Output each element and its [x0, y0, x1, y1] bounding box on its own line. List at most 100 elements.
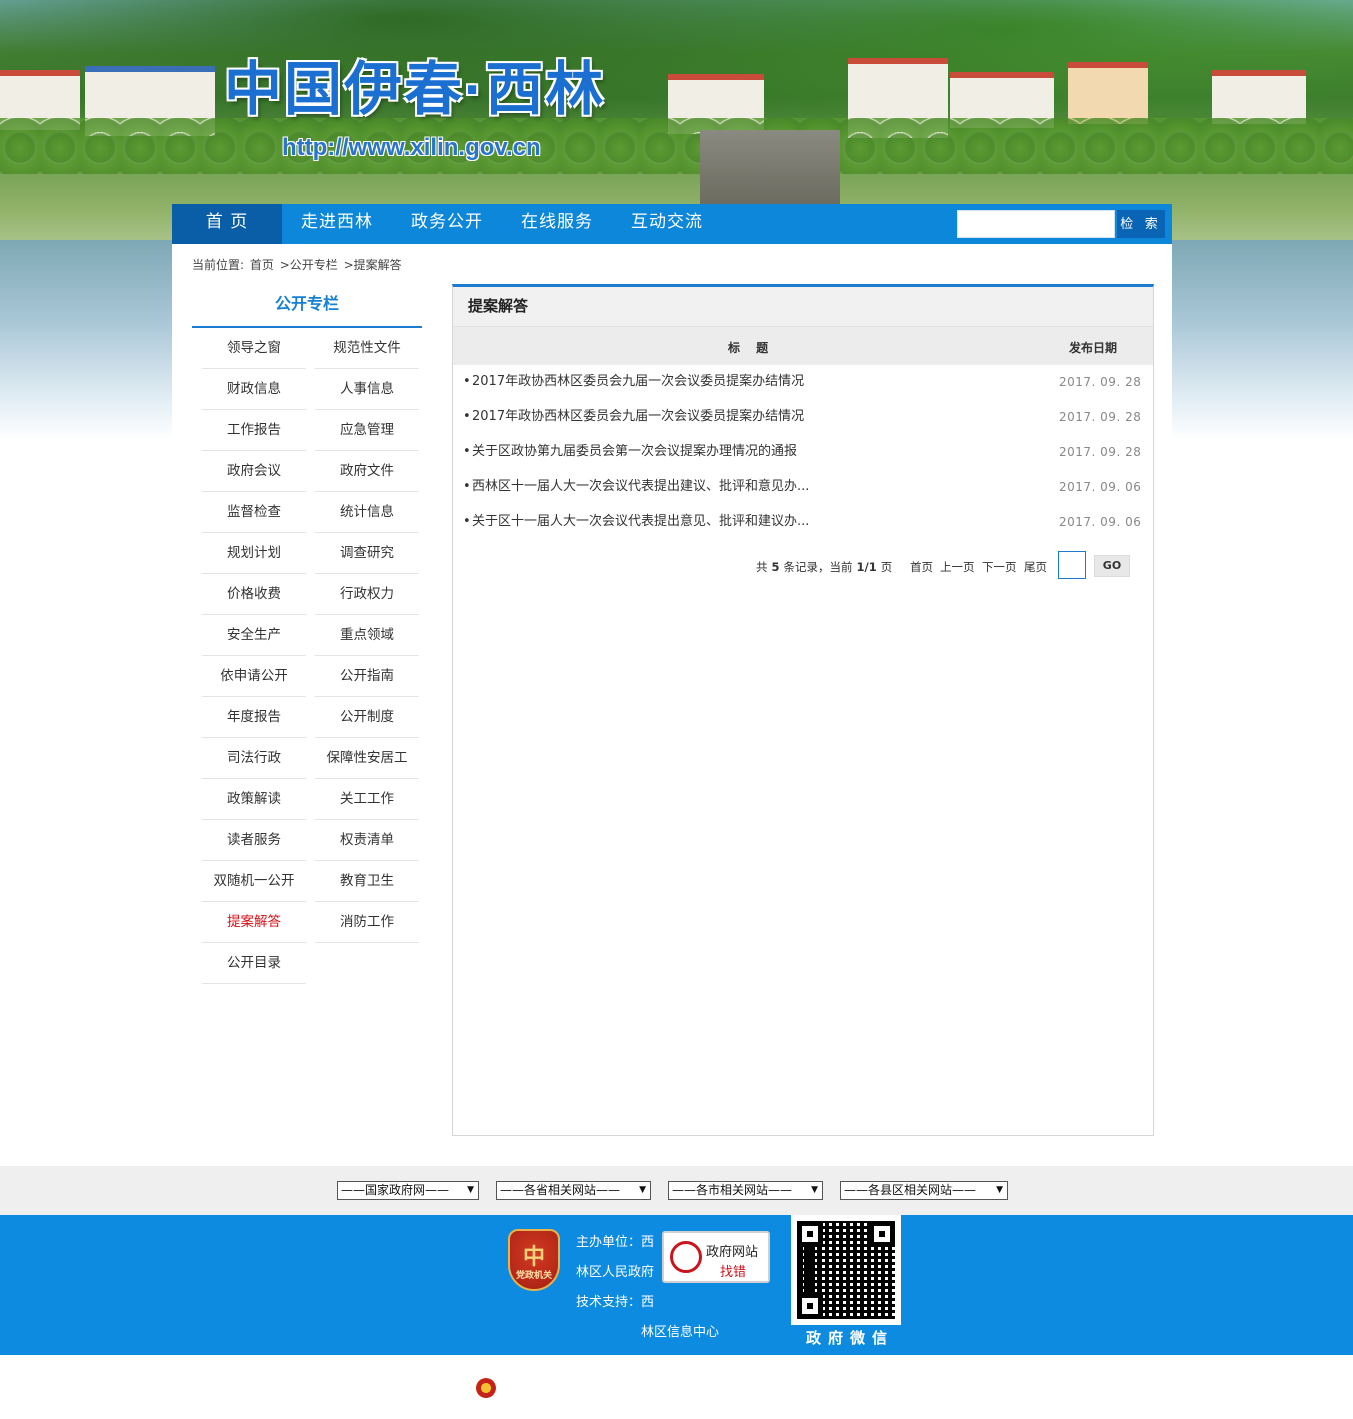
- breadcrumb-prefix: 当前位置:: [192, 258, 245, 272]
- site-url: http://www.xilin.gov.cn: [282, 134, 541, 161]
- article-row: • 2017年政协西林区委员会九届一次会议委员提案办结情况 2017. 09. 28: [453, 404, 1153, 439]
- emblem-text: 党政机关: [515, 1271, 552, 1281]
- nav-item-home[interactable]: 首 页: [172, 204, 282, 244]
- sidebar-item[interactable]: 统计信息: [315, 492, 419, 533]
- emblem-glyph: 中: [522, 1245, 545, 1270]
- sidebar-item[interactable]: 公开目录: [202, 943, 306, 984]
- breadcrumb-section-link[interactable]: >公开专栏: [280, 258, 338, 272]
- pagination-page-suffix: 页: [880, 560, 893, 574]
- sidebar-item[interactable]: 应急管理: [315, 410, 419, 451]
- wechat-qr-label: 政府微信: [806, 1329, 895, 1347]
- sidebar-item[interactable]: 政策解读: [202, 779, 306, 820]
- table-header: 标 题 发布日期: [453, 327, 1153, 365]
- article-title-link[interactable]: 2017年政协西林区委员会九届一次会议委员提案办结情况: [472, 369, 804, 395]
- sidebar-item[interactable]: 公开制度: [315, 697, 419, 738]
- sidebar-item[interactable]: 财政信息: [202, 369, 306, 410]
- sidebar-item[interactable]: 依申请公开: [202, 656, 306, 697]
- article-title-link[interactable]: 2017年政协西林区委员会九届一次会议委员提案办结情况: [472, 404, 804, 430]
- city-sites-select[interactable]: ——各市相关网站—— ▼: [668, 1181, 823, 1200]
- sidebar-item[interactable]: 政府会议: [202, 451, 306, 492]
- sidebar-item[interactable]: 保障性安居工: [315, 738, 419, 779]
- footer-tech-line1: 技术支持：西: [576, 1295, 655, 1310]
- county-sites-select[interactable]: ——各县区相关网站—— ▼: [840, 1181, 1008, 1200]
- site-title: 中国伊春·西林: [224, 57, 606, 122]
- police-badge-icon[interactable]: [476, 1378, 496, 1398]
- sidebar-item[interactable]: 规划计划: [202, 533, 306, 574]
- sidebar-item[interactable]: 行政权力: [315, 574, 419, 615]
- sidebar-item[interactable]: 年度报告: [202, 697, 306, 738]
- nav-item-online-services[interactable]: 在线服务: [502, 204, 612, 244]
- select-label: ——各省相关网站——: [500, 1183, 621, 1197]
- error-report-label: 政府网站: [706, 1245, 759, 1260]
- banner-bridge: [700, 130, 840, 204]
- go-button[interactable]: GO: [1094, 555, 1130, 577]
- nav-item-about-xilin[interactable]: 走进西林: [282, 204, 392, 244]
- article-row: • 西林区十一届人大一次会议代表提出建议、批评和意见办... 2017. 09. 0…: [453, 474, 1153, 509]
- sidebar-item[interactable]: 监督检查: [202, 492, 306, 533]
- sidebar-item[interactable]: 领导之窗: [202, 328, 306, 369]
- sidebar-item[interactable]: 教育卫生: [315, 861, 419, 902]
- sidebar-item[interactable]: 政府文件: [315, 451, 419, 492]
- pagination-total: 5: [771, 560, 780, 574]
- provincial-sites-select[interactable]: ——各省相关网站—— ▼: [496, 1181, 651, 1200]
- article-date: 2017. 09. 06: [1059, 480, 1142, 494]
- footer-tech-line2: 林区信息中心: [641, 1325, 720, 1340]
- content-panel: 提案解答 标 题 发布日期 • 2017年政协西林区委员会九届一次会议委员提案办结…: [452, 284, 1154, 1136]
- banner-building: [1212, 70, 1306, 124]
- footer-host-line2: 林区人民政府: [576, 1265, 655, 1280]
- bullet-icon: •: [463, 374, 471, 389]
- sidebar-item[interactable]: 重点领域: [315, 615, 419, 656]
- sidebar: 公开专栏 领导之窗 规范性文件 财政信息 人事信息 工作报告 应急管理 政府会议 政府文件 监督…: [192, 284, 422, 984]
- nav-item-government-affairs[interactable]: 政务公开: [392, 204, 502, 244]
- pagination-last-link[interactable]: 尾页: [1024, 559, 1047, 575]
- pagination-first-link[interactable]: 首页: [910, 559, 933, 575]
- pagination-total-prefix: 共: [756, 560, 768, 574]
- error-report-button[interactable]: 政府网站 找错: [662, 1231, 770, 1283]
- article-row: • 2017年政协西林区委员会九届一次会议委员提案办结情况 2017. 09. 28: [453, 369, 1153, 404]
- sidebar-item[interactable]: 读者服务: [202, 820, 306, 861]
- main-container: 首 页 走进西林 政务公开 在线服务 互动交流 检 索 当前位置: 首页 >公开…: [172, 204, 1172, 1166]
- sidebar-item[interactable]: 工作报告: [202, 410, 306, 451]
- column-date-header: 发布日期: [1069, 341, 1118, 355]
- footer-host-line1: 主办单位：西: [576, 1235, 655, 1250]
- nav-item-interaction[interactable]: 互动交流: [612, 204, 722, 244]
- sidebar-item[interactable]: 消防工作: [315, 902, 419, 943]
- page-number-input[interactable]: [1058, 551, 1086, 579]
- pagination-page: 1/1: [856, 560, 877, 574]
- search-input[interactable]: [957, 210, 1115, 238]
- sidebar-item[interactable]: 双随机一公开: [202, 861, 306, 902]
- qr-finder: [797, 1221, 823, 1247]
- sidebar-item[interactable]: 权责清单: [315, 820, 419, 861]
- article-title-link[interactable]: 西林区十一届人大一次会议代表提出建议、批评和意见办...: [472, 474, 809, 500]
- bullet-icon: •: [463, 479, 471, 494]
- error-report-sublabel: 找错: [720, 1265, 747, 1280]
- article-title-link[interactable]: 关于区十一届人大一次会议代表提出意见、批评和建议办...: [472, 509, 809, 535]
- national-government-select[interactable]: ——国家政府网—— ▼: [337, 1181, 479, 1200]
- article-title-link[interactable]: 关于区政协第九届委员会第一次会议提案办理情况的通报: [472, 439, 797, 465]
- pagination-prev-link[interactable]: 上一页: [940, 559, 975, 575]
- article-date: 2017. 09. 06: [1059, 515, 1142, 529]
- sidebar-title: 公开专栏: [192, 284, 422, 328]
- pagination-next-link[interactable]: 下一页: [982, 559, 1017, 575]
- sidebar-item[interactable]: 司法行政: [202, 738, 306, 779]
- chevron-down-icon: ▼: [996, 1185, 1003, 1195]
- sidebar-item[interactable]: 价格收费: [202, 574, 306, 615]
- chevron-down-icon: ▼: [639, 1185, 646, 1195]
- sidebar-item[interactable]: 公开指南: [315, 656, 419, 697]
- sidebar-item[interactable]: 提案解答: [202, 902, 306, 943]
- bullet-icon: •: [463, 409, 471, 424]
- sidebar-item[interactable]: 规范性文件: [315, 328, 419, 369]
- search-button[interactable]: 检 索: [1117, 210, 1165, 238]
- article-date: 2017. 09. 28: [1059, 375, 1142, 389]
- chevron-down-icon: ▼: [811, 1185, 818, 1195]
- sidebar-item[interactable]: 调查研究: [315, 533, 419, 574]
- select-label: ——各市相关网站——: [672, 1183, 793, 1197]
- breadcrumb-current[interactable]: >提案解答: [344, 258, 402, 272]
- banner-trees: [0, 118, 1353, 174]
- sidebar-item[interactable]: 安全生产: [202, 615, 306, 656]
- pagination-info: 共 5 条记录，当前 1/1 页: [756, 559, 892, 575]
- breadcrumb-home-link[interactable]: 首页: [250, 258, 274, 272]
- sidebar-item[interactable]: 关工工作: [315, 779, 419, 820]
- party-government-emblem-icon[interactable]: 中 党政机关: [508, 1229, 560, 1291]
- sidebar-item[interactable]: 人事信息: [315, 369, 419, 410]
